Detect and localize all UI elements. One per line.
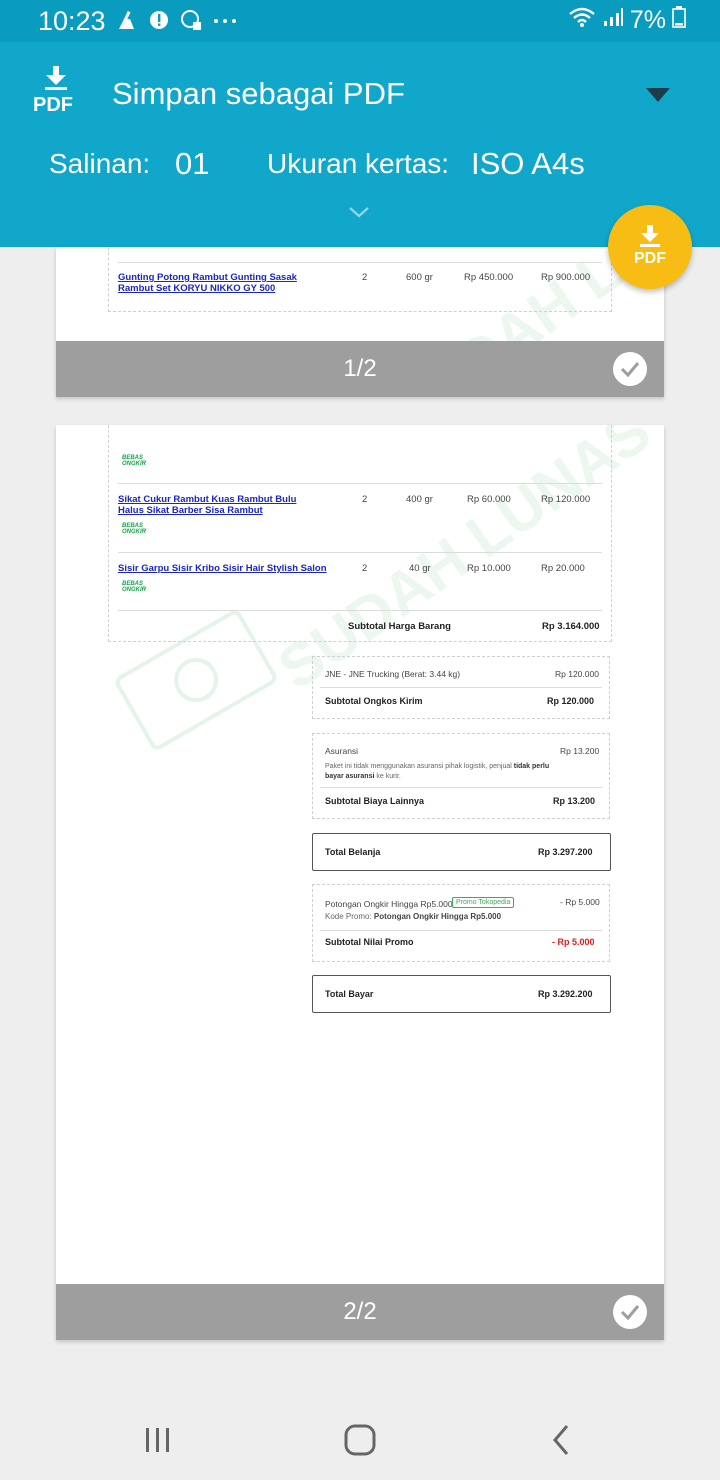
status-time: 10:23 bbox=[38, 6, 106, 36]
product-link[interactable]: Gunting Potong Rambut Gunting Sasak Ramb… bbox=[118, 272, 334, 294]
paper-size-select[interactable]: ISO A4s bbox=[471, 146, 585, 182]
page-indicator: 2/2 bbox=[343, 1298, 377, 1325]
total-cell: Rp 20.000 bbox=[541, 563, 585, 574]
copies-label: Salinan: bbox=[49, 148, 151, 179]
row-divider bbox=[118, 262, 602, 263]
total-cell: Rp 900.000 bbox=[541, 272, 591, 283]
row-divider bbox=[118, 483, 602, 484]
home-icon[interactable] bbox=[342, 1422, 378, 1458]
pdf-icon-label: PDF bbox=[33, 94, 73, 116]
row-divider bbox=[118, 610, 602, 611]
product-link[interactable]: Sisir Garpu Sisir Kribo Sisir Hair Styli… bbox=[118, 563, 334, 574]
whatsapp-icon bbox=[180, 9, 202, 31]
promo-code: Kode Promo: Potongan Ongkir Hingga Rp5.0… bbox=[325, 912, 501, 921]
divider bbox=[320, 687, 602, 688]
free-shipping-badge: BEBAS ONGKIR bbox=[122, 523, 146, 535]
navigation-bar bbox=[0, 1400, 720, 1480]
more-dots-icon bbox=[212, 9, 236, 31]
preview-page-1[interactable]: SUDAH LUNAS Gunting Potong Rambut Guntin… bbox=[56, 247, 664, 397]
qty-cell: 2 bbox=[362, 272, 368, 283]
subtotal-items-value: Rp 3.164.000 bbox=[542, 621, 600, 632]
pdf-icon: PDF bbox=[33, 66, 79, 122]
insurance-value: Rp 13.200 bbox=[560, 746, 600, 756]
expand-chevron-icon[interactable] bbox=[348, 205, 370, 219]
paper-size-label: Ukuran kertas: bbox=[267, 148, 450, 179]
total-shopping-label: Total Belanja bbox=[325, 847, 381, 857]
free-shipping-badge: BEBAS ONGKIR bbox=[122, 455, 146, 467]
promo-code-label: Kode Promo: bbox=[325, 912, 374, 921]
shipping-subtotal-value: Rp 120.000 bbox=[547, 696, 595, 706]
promo-tag: Promo Tokopedia bbox=[452, 897, 515, 908]
total-shopping-value: Rp 3.297.200 bbox=[538, 847, 593, 857]
fab-label: PDF bbox=[634, 250, 666, 267]
page-bar: 2/2 bbox=[56, 1284, 664, 1340]
qty-cell: 2 bbox=[362, 563, 368, 574]
copies-field[interactable]: 01 bbox=[175, 146, 209, 182]
other-subtotal-value: Rp 13.200 bbox=[553, 796, 596, 806]
page-selected-check-icon[interactable] bbox=[613, 1295, 647, 1329]
status-right: 7% bbox=[568, 6, 686, 35]
total-pay-value: Rp 3.292.200 bbox=[538, 989, 593, 999]
download-pdf-button[interactable]: PDF bbox=[608, 205, 692, 289]
page-bar: 1/2 bbox=[56, 341, 664, 397]
preview-page-2[interactable]: SUDAH LUNAS BEBAS ONGKIR Sikat Cukur Ram… bbox=[56, 425, 664, 1340]
row-divider bbox=[118, 552, 602, 553]
insurance-note: Paket ini tidak menggunakan asuransi pih… bbox=[325, 762, 555, 782]
insurance-note-bold: tidak bbox=[513, 763, 531, 770]
cleaner-icon bbox=[116, 9, 138, 31]
weight-cell: 600 gr bbox=[406, 272, 433, 283]
print-header: PDF Simpan sebagai PDF Salinan: 01 Ukura… bbox=[0, 42, 720, 247]
price-cell: Rp 10.000 bbox=[467, 563, 511, 574]
wifi-icon bbox=[568, 6, 596, 35]
promo-subtotal-label: Subtotal Nilai Promo bbox=[325, 937, 414, 947]
product-link[interactable]: Sikat Cukur Rambut Kuas Rambut Bulu Halu… bbox=[118, 494, 324, 516]
price-cell: Rp 60.000 bbox=[467, 494, 511, 505]
divider bbox=[320, 787, 602, 788]
shipping-line-value: Rp 120.000 bbox=[555, 669, 599, 679]
divider bbox=[320, 930, 602, 931]
promo-line-label: Potongan Ongkir Hingga Rp5.000 bbox=[325, 899, 453, 909]
page-selected-check-icon[interactable] bbox=[613, 352, 647, 386]
total-pay-label: Total Bayar bbox=[325, 989, 374, 999]
total-cell: Rp 120.000 bbox=[541, 494, 591, 505]
insurance-note-text: Paket ini tidak menggunakan asuransi pih… bbox=[325, 763, 514, 770]
shipping-line-label: JNE - JNE Trucking (Berat: 3.44 kg) bbox=[325, 669, 461, 679]
battery-icon bbox=[672, 6, 686, 35]
dropdown-arrow-icon[interactable] bbox=[646, 88, 670, 102]
other-subtotal-label: Subtotal Biaya Lainnya bbox=[325, 796, 425, 806]
weight-cell: 400 gr bbox=[406, 494, 433, 505]
promo-line-value: - Rp 5.000 bbox=[560, 897, 600, 907]
promo-subtotal-value: - Rp 5.000 bbox=[552, 937, 595, 947]
free-shipping-badge: BEBAS ONGKIR bbox=[122, 581, 146, 593]
page-indicator: 1/2 bbox=[343, 355, 377, 382]
signal-icon bbox=[602, 6, 624, 35]
alert-icon bbox=[148, 9, 170, 31]
status-bar: 10:23 7% bbox=[0, 0, 720, 42]
subtotal-items-label: Subtotal Harga Barang bbox=[348, 621, 451, 632]
promo-box bbox=[312, 884, 610, 962]
battery-percent: 7% bbox=[629, 6, 666, 34]
weight-cell: 40 gr bbox=[409, 563, 431, 574]
back-icon[interactable] bbox=[543, 1422, 579, 1458]
shipping-subtotal-label: Subtotal Ongkos Kirim bbox=[325, 696, 423, 706]
printer-select[interactable]: Simpan sebagai PDF bbox=[112, 76, 405, 112]
insurance-note-text: ke kurir. bbox=[374, 773, 401, 780]
promo-code-value: Potongan Ongkir Hingga Rp5.000 bbox=[373, 912, 502, 921]
price-cell: Rp 450.000 bbox=[464, 272, 514, 283]
recent-apps-icon[interactable] bbox=[140, 1422, 176, 1458]
insurance-label: Asuransi bbox=[325, 746, 359, 756]
qty-cell: 2 bbox=[362, 494, 368, 505]
notification-icons bbox=[116, 9, 236, 31]
